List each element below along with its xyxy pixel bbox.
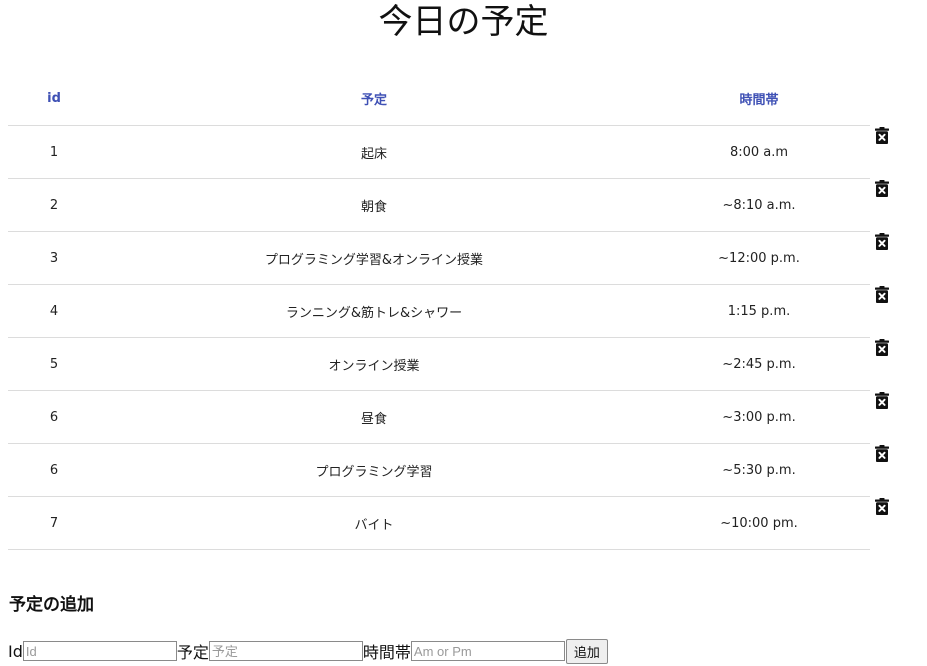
row-time-cell: ~10:00 pm. bbox=[648, 496, 870, 550]
row-time-cell: ~8:10 a.m. bbox=[648, 178, 870, 232]
row-id-cell: 7 bbox=[8, 496, 100, 550]
row-id-cell: 3 bbox=[8, 231, 100, 285]
row-plan-cell: 起床 bbox=[100, 125, 648, 179]
column-header-id: id bbox=[8, 71, 100, 126]
table-row: 5 オンライン授業 ~2:45 p.m. bbox=[8, 337, 870, 391]
table-row: 2 朝食 ~8:10 a.m. bbox=[8, 178, 870, 232]
delete-row-button[interactable] bbox=[871, 232, 893, 254]
delete-row-button[interactable] bbox=[871, 391, 893, 413]
add-button[interactable]: 追加 bbox=[565, 638, 608, 664]
trash-icon bbox=[875, 127, 889, 147]
add-section-title: 予定の追加 bbox=[9, 595, 94, 615]
column-header-plan: 予定 bbox=[100, 71, 648, 126]
delete-row-button[interactable] bbox=[871, 497, 893, 519]
trash-icon bbox=[875, 392, 889, 412]
plan-label: 予定 bbox=[176, 643, 209, 662]
trash-icon bbox=[875, 339, 889, 359]
table-row: 1 起床 8:00 a.m bbox=[8, 125, 870, 179]
row-id-cell: 4 bbox=[8, 284, 100, 338]
row-time-cell: ~2:45 p.m. bbox=[648, 337, 870, 391]
page-title: 今日の予定 bbox=[378, 2, 549, 42]
trash-icon bbox=[875, 498, 889, 518]
row-time-cell: ~3:00 p.m. bbox=[648, 390, 870, 444]
table-row: 3 プログラミング学習&オンライン授業 ~12:00 p.m. bbox=[8, 231, 870, 285]
delete-row-button[interactable] bbox=[871, 285, 893, 307]
row-time-cell: 1:15 p.m. bbox=[648, 284, 870, 338]
table-row: 7 バイト ~10:00 pm. bbox=[8, 496, 870, 550]
row-plan-cell: プログラミング学習&オンライン授業 bbox=[100, 231, 648, 285]
delete-row-button[interactable] bbox=[871, 179, 893, 201]
row-time-cell: ~5:30 p.m. bbox=[648, 443, 870, 497]
id-input[interactable] bbox=[22, 641, 177, 661]
row-plan-cell: 昼食 bbox=[100, 390, 648, 444]
table-row: 6 昼食 ~3:00 p.m. bbox=[8, 390, 870, 444]
row-time-cell: 8:00 a.m bbox=[648, 125, 870, 179]
delete-row-button[interactable] bbox=[871, 126, 893, 148]
table-row: 4 ランニング&筋トレ&シャワー 1:15 p.m. bbox=[8, 284, 870, 338]
trash-icon bbox=[875, 180, 889, 200]
add-schedule-form: Id 予定 時間帯 追加 bbox=[8, 638, 608, 664]
column-header-time: 時間帯 bbox=[648, 71, 870, 126]
row-id-cell: 1 bbox=[8, 125, 100, 179]
row-plan-cell: バイト bbox=[100, 496, 648, 550]
row-id-cell: 5 bbox=[8, 337, 100, 391]
table-header-row: id 予定 時間帯 bbox=[8, 71, 870, 126]
delete-row-button[interactable] bbox=[871, 338, 893, 360]
schedule-table: id 予定 時間帯 1 起床 8:00 a.m 2 朝食 ~8:10 a.m. 3 プログラミ… bbox=[8, 71, 870, 550]
row-time-cell: ~12:00 p.m. bbox=[648, 231, 870, 285]
trash-icon bbox=[875, 286, 889, 306]
row-plan-cell: プログラミング学習 bbox=[100, 443, 648, 497]
id-label: Id bbox=[8, 641, 23, 661]
time-label: 時間帯 bbox=[362, 643, 411, 662]
trash-icon bbox=[875, 233, 889, 253]
row-plan-cell: ランニング&筋トレ&シャワー bbox=[100, 284, 648, 338]
row-plan-cell: オンライン授業 bbox=[100, 337, 648, 391]
row-plan-cell: 朝食 bbox=[100, 178, 648, 232]
time-input[interactable] bbox=[410, 641, 565, 661]
table-row: 6 プログラミング学習 ~5:30 p.m. bbox=[8, 443, 870, 497]
row-id-cell: 6 bbox=[8, 443, 100, 497]
row-id-cell: 2 bbox=[8, 178, 100, 232]
plan-input[interactable] bbox=[208, 641, 363, 661]
row-id-cell: 6 bbox=[8, 390, 100, 444]
delete-row-button[interactable] bbox=[871, 444, 893, 466]
trash-icon bbox=[875, 445, 889, 465]
